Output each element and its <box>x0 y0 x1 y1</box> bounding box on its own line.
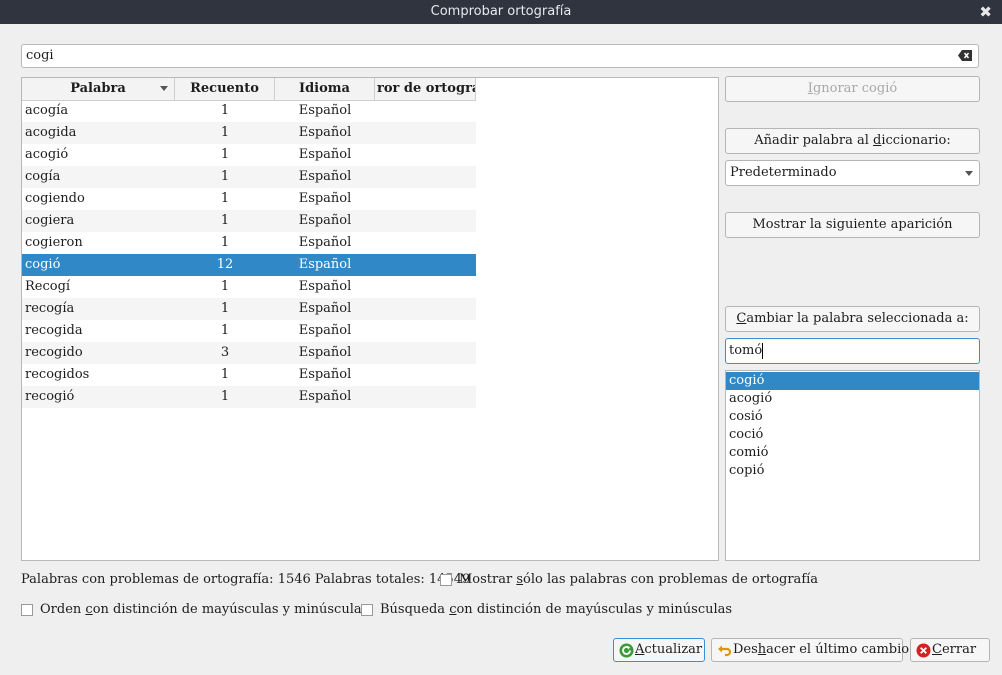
cell-language: Español <box>298 323 352 338</box>
table-row[interactable]: cogiera 1 Español <box>22 210 476 232</box>
column-header-error[interactable]: ror de ortografía <box>375 78 476 100</box>
table-row[interactable]: cogieron 1 Español <box>22 232 476 254</box>
table-row[interactable]: recogía 1 Español <box>22 298 476 320</box>
only-misspelled-checkbox[interactable] <box>440 574 452 586</box>
table-row[interactable]: acogida 1 Español <box>22 122 476 144</box>
cell-count: 1 <box>220 191 230 206</box>
chevron-down-icon <box>965 171 973 176</box>
cell-count: 3 <box>220 345 230 360</box>
title-bar: Comprobar ortografía ✖ <box>0 0 1002 24</box>
cell-count: 1 <box>220 323 230 338</box>
case-sort-checkbox[interactable] <box>21 604 33 616</box>
table-row[interactable]: acogía 1 Español <box>22 100 476 122</box>
cell-word: acogida <box>25 125 77 140</box>
cell-count: 1 <box>220 213 230 228</box>
cell-word: cogieron <box>25 235 83 250</box>
only-misspelled-label[interactable]: Mostrar sólo las palabras con problemas … <box>459 572 818 587</box>
suggestion-item[interactable]: cogió <box>726 372 979 390</box>
table-row[interactable]: recogió 1 Español <box>22 386 476 408</box>
cell-count: 1 <box>220 235 230 250</box>
cell-count: 1 <box>220 367 230 382</box>
ignore-button[interactable]: Ignorar cogió <box>725 76 980 102</box>
search-value: cogi <box>26 48 54 63</box>
cell-word: recogidos <box>25 367 90 382</box>
close-icon[interactable]: ✖ <box>979 0 992 24</box>
table-row[interactable]: acogió 1 Español <box>22 144 476 166</box>
suggestions-list[interactable]: cogió acogió cosió coció comió copió <box>725 370 980 561</box>
refresh-button[interactable]: Actualizar <box>613 638 705 662</box>
undo-icon <box>718 645 732 657</box>
cell-word: cogía <box>25 169 61 184</box>
cell-word: recogió <box>25 389 75 404</box>
cell-word: cogiendo <box>25 191 85 206</box>
search-input[interactable]: cogi <box>21 44 979 68</box>
replacement-input[interactable]: tomó <box>725 338 980 364</box>
suggestion-item[interactable]: cosió <box>726 408 979 426</box>
cell-language: Español <box>298 169 352 184</box>
sort-arrow-icon <box>160 86 168 91</box>
cell-count: 1 <box>220 103 230 118</box>
cell-word: recogido <box>25 345 83 360</box>
suggestion-item[interactable]: acogió <box>726 390 979 408</box>
cell-count: 1 <box>220 169 230 184</box>
stats-text: Palabras con problemas de ortografía: 15… <box>21 572 471 587</box>
cell-word: acogía <box>25 103 69 118</box>
cell-word: cogió <box>25 257 61 272</box>
cell-language: Español <box>298 125 352 140</box>
cell-word: recogida <box>25 323 83 338</box>
dictionary-select[interactable]: Predeterminado <box>725 160 980 186</box>
cell-count: 1 <box>220 147 230 162</box>
cell-count: 12 <box>216 257 234 272</box>
table-row[interactable]: Recogí 1 Español <box>22 276 476 298</box>
cell-count: 1 <box>220 279 230 294</box>
table-row[interactable]: cogiendo 1 Español <box>22 188 476 210</box>
cell-word: recogía <box>25 301 75 316</box>
cell-language: Español <box>298 279 352 294</box>
show-next-button[interactable]: Mostrar la siguiente aparición <box>725 212 980 238</box>
cell-language: Español <box>298 103 352 118</box>
close-button[interactable]: Cerrar <box>910 638 990 662</box>
words-table[interactable]: Palabra Recuento Idioma ror de ortografí… <box>21 77 719 561</box>
column-header-word[interactable]: Palabra <box>22 78 175 100</box>
close-circle-icon <box>916 643 931 658</box>
cell-language: Español <box>298 367 352 382</box>
cell-language: Español <box>298 345 352 360</box>
table-row[interactable]: recogidos 1 Español <box>22 364 476 386</box>
table-row[interactable]: recogido 3 Español <box>22 342 476 364</box>
cell-language: Español <box>298 213 352 228</box>
case-search-label[interactable]: Búsqueda con distinción de mayúsculas y … <box>380 602 732 617</box>
cell-language: Español <box>298 257 352 272</box>
cell-language: Español <box>298 235 352 250</box>
suggestion-item[interactable]: copió <box>726 462 979 480</box>
clear-input-icon[interactable] <box>958 50 972 61</box>
cell-language: Español <box>298 191 352 206</box>
cell-count: 1 <box>220 125 230 140</box>
cell-language: Español <box>298 301 352 316</box>
cell-count: 1 <box>220 301 230 316</box>
case-sort-label[interactable]: Orden con distinción de mayúsculas y min… <box>40 602 368 617</box>
table-row[interactable]: recogida 1 Español <box>22 320 476 342</box>
cell-language: Español <box>298 389 352 404</box>
cell-word: Recogí <box>25 279 71 294</box>
cell-word: acogió <box>25 147 69 162</box>
column-header-language[interactable]: Idioma <box>275 78 375 100</box>
cell-count: 1 <box>220 389 230 404</box>
window-title: Comprobar ortografía <box>430 4 572 19</box>
column-header-count[interactable]: Recuento <box>175 78 275 100</box>
suggestion-item[interactable]: comió <box>726 444 979 462</box>
cell-language: Español <box>298 147 352 162</box>
change-word-button[interactable]: Cambiar la palabra seleccionada a: <box>725 306 980 332</box>
table-row[interactable]: cogía 1 Español <box>22 166 476 188</box>
text-caret <box>762 343 763 359</box>
case-search-checkbox[interactable] <box>361 604 373 616</box>
add-to-dictionary-button[interactable]: Añadir palabra al diccionario: <box>725 128 980 154</box>
undo-button[interactable]: Deshacer el último cambio <box>711 638 909 662</box>
cell-word: cogiera <box>25 213 75 228</box>
refresh-icon <box>619 643 634 658</box>
table-header: Palabra Recuento Idioma ror de ortografí… <box>22 78 476 101</box>
table-row[interactable]: cogió 12 Español <box>22 254 476 276</box>
suggestion-item[interactable]: coció <box>726 426 979 444</box>
